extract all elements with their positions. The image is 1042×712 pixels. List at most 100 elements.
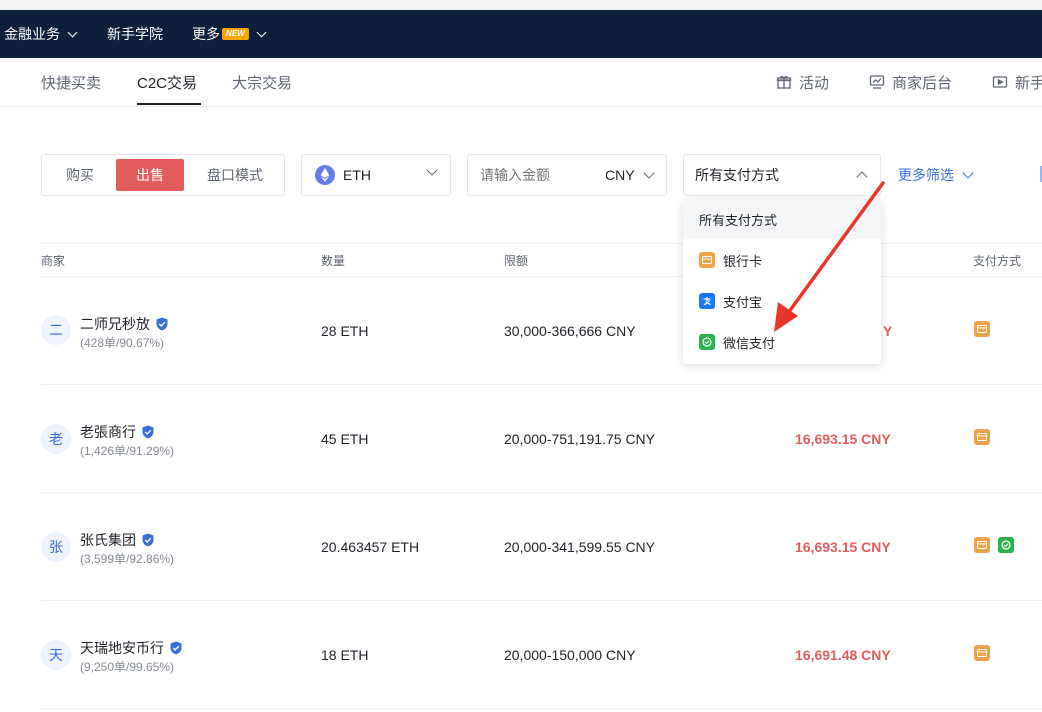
price-cell: Y: [883, 323, 893, 339]
bank-card-icon: [974, 537, 990, 553]
bank-card-icon: [974, 429, 990, 445]
option-wechat-pay-label: 微信支付: [723, 335, 776, 351]
wechat-pay-icon: [998, 537, 1014, 553]
more-filters-button[interactable]: 更多筛选: [898, 154, 974, 196]
chevron-down-icon: [426, 164, 438, 176]
price-cell: 16,693.15 CNY: [795, 539, 891, 555]
bank-card-icon: [699, 252, 715, 268]
limit-cell: 20,000-341,599.55 CNY: [504, 539, 655, 555]
header-limit: 限额: [504, 253, 529, 268]
avatar[interactable]: 老: [41, 424, 71, 454]
header-merchant: 商家: [41, 253, 66, 268]
chevron-down-icon: [962, 167, 974, 179]
merchant-name[interactable]: 张氏集团: [80, 530, 155, 550]
amount-field: CNY: [467, 154, 667, 196]
bank-card-icon: [974, 321, 990, 337]
table-row: 老 老張商行 (1,426单/91.29%) 45 ETH 20,000-751…: [41, 385, 1042, 493]
video-play-icon: [992, 76, 1008, 88]
quantity-cell: 18 ETH: [321, 647, 369, 663]
orderbook-mode-button[interactable]: 盘口模式: [190, 159, 280, 191]
merchant-name-text: 张氏集团: [80, 532, 136, 548]
buy-button[interactable]: 购买: [46, 159, 114, 191]
active-tab-underline: [137, 103, 201, 105]
price-cell: 16,691.48 CNY: [795, 647, 891, 663]
merchant-name[interactable]: 老張商行: [80, 422, 155, 442]
nav-academy-link[interactable]: 新手学院: [107, 10, 163, 58]
limit-cell: 30,000-366,666 CNY: [504, 323, 636, 339]
chevron-up-icon: [856, 171, 868, 183]
beginner-guide-link[interactable]: 新手: [992, 58, 1042, 106]
activity-link[interactable]: 活动: [776, 58, 829, 106]
avatar[interactable]: 张: [41, 532, 71, 562]
merchant-name[interactable]: 天瑞地安币行: [80, 638, 183, 658]
nav-academy-label: 新手学院: [107, 26, 163, 42]
merchant-stats: (1,426单/91.29%): [80, 444, 175, 458]
merchant-stats: (428单/90.67%): [80, 336, 165, 350]
merchant-name-text: 天瑞地安币行: [80, 640, 164, 656]
price-cell: 16,693.15 CNY: [795, 431, 891, 447]
option-alipay-label: 支付宝: [723, 294, 763, 310]
verified-badge-icon: [170, 641, 182, 655]
tab-block-trade-label: 大宗交易: [232, 74, 293, 92]
buy-label: 购买: [66, 167, 94, 183]
merchant-dashboard-label: 商家后台: [892, 74, 953, 92]
dropdown-option-wechat-pay[interactable]: 微信支付: [683, 322, 881, 362]
trade-mode-segmented-control: 购买 出售 盘口模式: [41, 154, 285, 196]
new-badge: NEW: [222, 28, 249, 40]
top-navbar: 金融业务 新手学院 更多 NEW: [0, 10, 1042, 58]
merchant-name[interactable]: 二师兄秒放: [80, 314, 169, 334]
amount-input[interactable]: [480, 165, 590, 185]
coin-select[interactable]: ETH: [301, 154, 451, 196]
quantity-cell: 45 ETH: [321, 431, 369, 447]
tab-c2c[interactable]: C2C交易: [137, 58, 197, 106]
option-all-label: 所有支付方式: [699, 212, 778, 228]
dropdown-option-all[interactable]: 所有支付方式: [683, 199, 881, 239]
table-header: 商家 数量 限额 支付方式: [41, 243, 1042, 277]
payment-method-select-value: 所有支付方式: [695, 167, 779, 183]
sell-label: 出售: [136, 167, 164, 183]
merchant-name-text: 二师兄秒放: [80, 316, 150, 332]
beginner-guide-label: 新手: [1015, 74, 1042, 92]
currency-select[interactable]: CNY: [605, 155, 655, 195]
header-payment: 支付方式: [973, 253, 1022, 268]
verified-badge-icon: [142, 533, 154, 547]
orderbook-mode-label: 盘口模式: [207, 167, 263, 183]
dropdown-option-alipay[interactable]: 支付宝: [683, 281, 881, 321]
bank-card-icon: [974, 645, 990, 661]
table-row: 二 二师兄秒放 (428单/90.67%) 28 ETH 30,000-366,…: [41, 277, 1042, 385]
limit-cell: 20,000-751,191.75 CNY: [504, 431, 655, 447]
merchant-name-text: 老張商行: [80, 424, 136, 440]
dropdown-option-bank-card[interactable]: 银行卡: [683, 240, 881, 280]
payment-method-dropdown: 所有支付方式 银行卡 支付宝 微信支付: [683, 199, 881, 364]
table-row: 天 天瑞地安币行 (9,250单/99.65%) 18 ETH 20,000-1…: [41, 601, 1042, 709]
chevron-down-icon: [642, 167, 655, 179]
sub-navbar: 快捷买卖 C2C交易 大宗交易 活动 商家后台 新手: [0, 58, 1042, 107]
chevron-down-icon: [256, 27, 267, 37]
avatar[interactable]: 二: [41, 315, 71, 345]
ethereum-icon: [315, 165, 335, 185]
merchant-dashboard-link[interactable]: 商家后台: [869, 58, 952, 106]
tab-c2c-label: C2C交易: [137, 74, 198, 92]
gift-icon: [776, 75, 792, 89]
nav-more-menu[interactable]: 更多 NEW: [192, 10, 267, 58]
quantity-cell: 20.463457 ETH: [321, 539, 420, 555]
limit-cell: 20,000-150,000 CNY: [504, 647, 636, 663]
more-filters-label: 更多筛选: [898, 167, 954, 183]
header-quantity: 数量: [321, 253, 346, 268]
chevron-down-icon: [67, 27, 78, 37]
quantity-cell: 28 ETH: [321, 323, 369, 339]
option-bank-card-label: 银行卡: [723, 253, 763, 269]
nav-finance-label: 金融业务: [4, 26, 60, 42]
avatar[interactable]: 天: [41, 640, 71, 670]
verified-badge-icon: [142, 425, 154, 439]
sell-button[interactable]: 出售: [116, 159, 184, 191]
table-row: 张 张氏集团 (3,599单/92.86%) 20.463457 ETH 20,…: [41, 493, 1042, 601]
tab-quick-trade[interactable]: 快捷买卖: [41, 58, 101, 106]
tab-quick-trade-label: 快捷买卖: [41, 74, 102, 92]
payment-method-select[interactable]: 所有支付方式: [683, 154, 881, 196]
nav-finance-menu[interactable]: 金融业务: [4, 10, 78, 58]
wechat-pay-icon: [699, 334, 715, 350]
coin-select-value: ETH: [343, 167, 371, 183]
top-strip: [0, 0, 1042, 10]
tab-block-trade[interactable]: 大宗交易: [232, 58, 292, 106]
